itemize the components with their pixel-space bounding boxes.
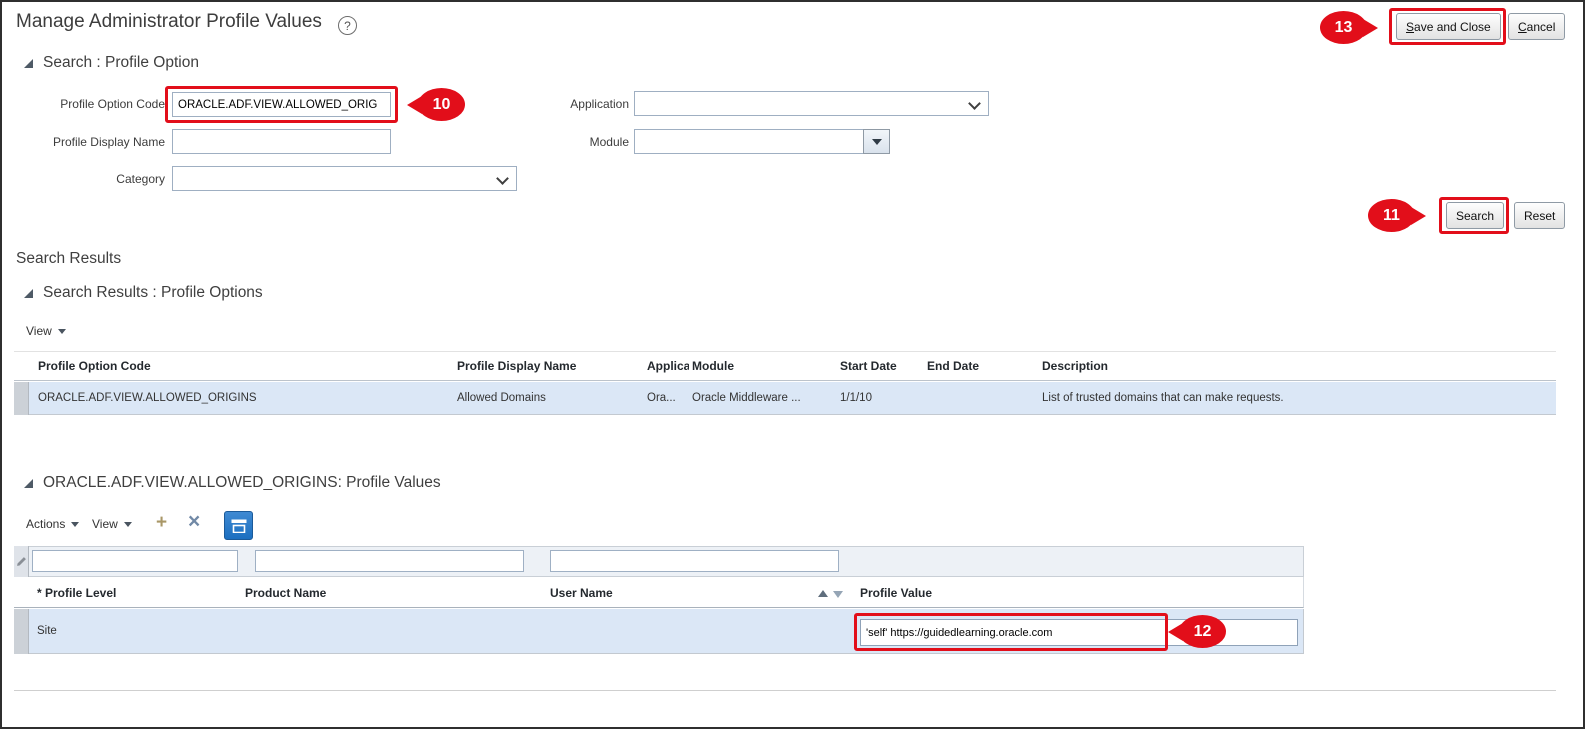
filter-profile-level-input[interactable] — [32, 550, 238, 572]
callout-13-number: 13 — [1334, 18, 1353, 36]
col-profile-option-code[interactable]: Profile Option Code — [38, 359, 151, 373]
category-label: Category — [116, 172, 165, 186]
callout-11-number: 11 — [1383, 206, 1400, 224]
search-section-title: Search : Profile Option — [43, 54, 199, 71]
bottom-separator — [14, 690, 1556, 691]
menu-triangle-icon — [123, 521, 132, 527]
col-product-name[interactable]: Product Name — [245, 586, 326, 600]
filter-row-header-cell[interactable] — [14, 546, 29, 577]
module-dropdown-button[interactable] — [863, 129, 890, 154]
col-application[interactable]: Applica — [647, 359, 689, 373]
search-results-heading: Search Results — [16, 250, 122, 267]
sort-ascending-icon[interactable] — [818, 590, 828, 597]
profile-values-view-menu[interactable]: View — [92, 517, 132, 531]
cell-profile-display-name[interactable]: Allowed Domains — [457, 382, 546, 415]
dropdown-triangle-icon — [871, 138, 882, 145]
cancel-label: Cancel — [1518, 19, 1556, 34]
application-select[interactable] — [634, 91, 989, 116]
profile-display-name-input[interactable] — [172, 129, 391, 154]
col-profile-level[interactable]: * Profile Level — [37, 586, 116, 600]
results-section-header[interactable]: Search Results : Profile Options — [24, 284, 263, 302]
help-icon[interactable]: ? — [338, 16, 357, 35]
callout-12-number: 12 — [1193, 622, 1212, 640]
expand-triangle-icon[interactable] — [24, 478, 33, 488]
results-table-header-row — [14, 351, 1556, 381]
callout-12: 12 — [1179, 615, 1226, 648]
expand-triangle-icon[interactable] — [24, 288, 33, 298]
view-menu-label: View — [92, 517, 118, 531]
callout-10-number: 10 — [432, 95, 451, 113]
callout-11: 11 — [1368, 199, 1415, 232]
detach-icon[interactable] — [224, 511, 253, 540]
search-section-header[interactable]: Search : Profile Option — [24, 54, 199, 72]
chevron-down-icon — [968, 97, 981, 110]
reset-button[interactable]: Reset — [1514, 202, 1566, 229]
profile-option-code-input[interactable] — [172, 92, 391, 117]
col-profile-display-name[interactable]: Profile Display Name — [457, 359, 576, 373]
category-select[interactable] — [172, 166, 517, 191]
col-user-name[interactable]: User Name — [550, 586, 613, 600]
cell-application[interactable]: Ora... — [647, 382, 676, 415]
row-selector-cell[interactable] — [14, 382, 29, 415]
pencil-icon — [17, 557, 26, 566]
filter-user-name-input[interactable] — [550, 550, 839, 572]
add-row-icon[interactable]: + — [156, 513, 167, 532]
profile-display-name-label: Profile Display Name — [52, 135, 165, 149]
menu-triangle-icon — [71, 521, 80, 527]
save-and-close-label: Save and Close — [1406, 19, 1491, 34]
expand-triangle-icon[interactable] — [24, 58, 33, 68]
module-input[interactable] — [634, 129, 864, 154]
cell-profile-option-code[interactable]: ORACLE.ADF.VIEW.ALLOWED_ORIGINS — [38, 382, 257, 415]
col-profile-value[interactable]: Profile Value — [860, 586, 932, 600]
cell-module[interactable]: Oracle Middleware ... — [692, 382, 801, 415]
page-title: Manage Administrator Profile Values — [16, 11, 322, 32]
cell-profile-level[interactable]: Site — [37, 609, 57, 654]
profile-values-header-row — [14, 577, 1304, 608]
results-section-title: Search Results : Profile Options — [43, 284, 263, 301]
row-selector-cell[interactable] — [14, 609, 29, 654]
chevron-down-icon — [496, 172, 509, 185]
col-module[interactable]: Module — [692, 359, 734, 373]
delete-row-icon[interactable]: × — [188, 511, 200, 532]
sort-descending-icon[interactable] — [833, 591, 843, 598]
profile-values-section-header[interactable]: ORACLE.ADF.VIEW.ALLOWED_ORIGINS: Profile… — [24, 474, 441, 492]
callout-13: 13 — [1320, 11, 1367, 44]
menu-triangle-icon — [57, 328, 66, 334]
cell-description[interactable]: List of trusted domains that can make re… — [1042, 382, 1284, 415]
col-start-date[interactable]: Start Date — [840, 359, 897, 373]
profile-value-input[interactable] — [860, 619, 1298, 646]
detach-glyph — [231, 519, 246, 533]
results-view-menu[interactable]: View — [26, 324, 66, 338]
module-label: Module — [589, 135, 629, 149]
profile-values-section-title: ORACLE.ADF.VIEW.ALLOWED_ORIGINS: Profile… — [43, 474, 441, 491]
profile-option-code-label: Profile Option Code — [60, 97, 165, 111]
manage-admin-profile-values-page: Manage Administrator Profile Values ? 13… — [0, 0, 1585, 729]
col-description[interactable]: Description — [1042, 359, 1108, 373]
callout-10: 10 — [418, 88, 465, 121]
actions-menu-label: Actions — [26, 517, 66, 531]
view-menu-label: View — [26, 324, 52, 338]
save-and-close-button[interactable]: Save and Close — [1396, 13, 1501, 40]
cell-start-date[interactable]: 1/1/10 — [840, 382, 872, 415]
col-end-date[interactable]: End Date — [927, 359, 979, 373]
cancel-button[interactable]: Cancel — [1508, 13, 1566, 40]
reset-button-label: Reset — [1524, 208, 1556, 223]
help-glyph: ? — [344, 18, 351, 33]
application-label: Application — [570, 97, 629, 111]
search-button-label: Search — [1456, 208, 1495, 223]
search-button[interactable]: Search — [1446, 202, 1505, 229]
actions-menu[interactable]: Actions — [26, 517, 80, 531]
filter-product-name-input[interactable] — [255, 550, 524, 572]
